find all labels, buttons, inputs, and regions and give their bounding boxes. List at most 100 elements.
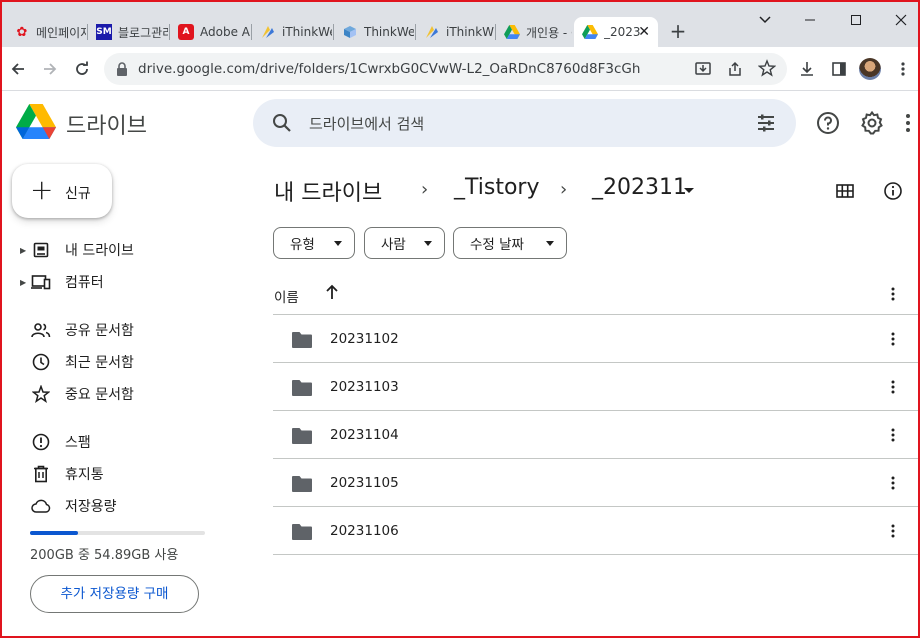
profile-avatar[interactable] — [859, 58, 881, 80]
file-name[interactable]: 20231106 — [330, 523, 399, 539]
row-more-options-icon[interactable] — [883, 329, 903, 349]
tab-3[interactable]: iThinkWell — [252, 17, 332, 47]
folder-icon — [291, 475, 313, 493]
new-button-label: 신규 — [65, 186, 91, 202]
lock-icon[interactable] — [116, 61, 128, 80]
expand-caret-icon[interactable]: ▶ — [20, 278, 30, 287]
new-button[interactable]: + 신규 — [12, 164, 112, 218]
download-icon[interactable] — [797, 59, 817, 79]
file-name[interactable]: 20231105 — [330, 475, 399, 491]
file-row[interactable]: 20231106 — [273, 506, 920, 554]
spam-icon — [30, 431, 52, 453]
breadcrumb-current-folder[interactable]: _202311 — [592, 175, 687, 200]
info-icon[interactable] — [883, 181, 903, 201]
search-options-icon[interactable] — [756, 113, 776, 137]
browser-toolbar: drive.google.com/drive/folders/1CwrxbG0C… — [0, 47, 920, 91]
recent-icon — [30, 351, 52, 373]
close-tab-icon[interactable]: ✕ — [638, 24, 650, 40]
storage-usage-text: 200GB 중 54.89GB 사용 — [30, 548, 179, 563]
breadcrumb-tistory[interactable]: _Tistory — [454, 175, 540, 200]
folder-icon — [291, 331, 313, 349]
back-icon[interactable] — [8, 59, 28, 79]
side-panel-icon[interactable] — [829, 59, 849, 79]
new-tab-button[interactable]: + — [667, 20, 689, 42]
dropdown-arrow-icon — [546, 241, 554, 246]
search-input[interactable]: 드라이브에서 검색 — [309, 113, 424, 134]
sidebar-item-trash[interactable]: 휴지통 — [30, 460, 250, 488]
tab-4[interactable]: ThinkWell — [334, 17, 414, 47]
app-title[interactable]: 드라이브 — [66, 108, 147, 140]
trash-icon — [30, 463, 52, 485]
help-icon[interactable] — [815, 110, 841, 136]
sm-icon: SM — [96, 24, 112, 40]
row-more-options-icon[interactable] — [883, 521, 903, 541]
filter-label: 수정 날짜 — [470, 237, 524, 253]
filter-type-chip[interactable]: 유형 — [273, 227, 355, 259]
sidebar-item-label: 내 드라이브 — [65, 243, 134, 259]
sidebar-item-shared[interactable]: 공유 문서함 — [30, 316, 250, 344]
grid-view-icon[interactable] — [835, 181, 855, 201]
file-name[interactable]: 20231102 — [330, 331, 399, 347]
tab-active[interactable]: _202311 ✕ — [574, 17, 658, 47]
address-bar[interactable]: drive.google.com/drive/folders/1CwrxbG0C… — [104, 53, 787, 85]
url-text[interactable]: drive.google.com/drive/folders/1CwrxbG0C… — [138, 61, 640, 77]
search-icon[interactable] — [271, 112, 293, 138]
tab-title: 메인페이지 — [36, 25, 86, 40]
computers-icon — [30, 271, 52, 293]
sidebar-item-starred[interactable]: 중요 문서함 — [30, 380, 250, 408]
tab-2[interactable]: A Adobe Acrobat — [170, 17, 250, 47]
share-icon[interactable] — [726, 60, 744, 82]
file-name[interactable]: 20231104 — [330, 427, 399, 443]
settings-gear-icon[interactable] — [859, 110, 885, 136]
forward-icon[interactable] — [40, 59, 60, 79]
tab-0[interactable]: ✿ 메인페이지 — [6, 17, 86, 47]
reload-icon[interactable] — [72, 59, 92, 79]
search-bar[interactable]: 드라이브에서 검색 — [253, 99, 796, 147]
sidebar-item-recent[interactable]: 최근 문서함 — [30, 348, 250, 376]
folder-icon — [291, 427, 313, 445]
apps-grid-icon[interactable] — [902, 110, 914, 136]
sidebar-item-storage[interactable]: 저장용량 — [30, 492, 250, 520]
expand-caret-icon[interactable]: ▶ — [20, 246, 30, 255]
tab-5[interactable]: iThinkWell — [416, 17, 494, 47]
breadcrumb-my-drive[interactable]: 내 드라이브 — [274, 175, 382, 207]
sidebar-item-spam[interactable]: 스팸 — [30, 428, 250, 456]
buy-storage-button[interactable]: 추가 저장용량 구매 — [30, 575, 199, 613]
sidebar-item-label: 중요 문서함 — [65, 387, 134, 403]
file-row[interactable]: 20231104 — [273, 410, 920, 458]
tab-1[interactable]: SM 블로그관리 — [88, 17, 168, 47]
sort-ascending-icon[interactable] — [324, 283, 340, 301]
drive-logo-icon[interactable] — [16, 104, 56, 140]
column-header-name[interactable]: 이름 — [274, 286, 299, 306]
sidebar-item-my-drive[interactable]: ▶ 내 드라이브 — [20, 236, 240, 264]
tab-6[interactable]: 개인용 - Google Drive — [496, 17, 572, 47]
sidebar-item-label: 공유 문서함 — [65, 323, 134, 339]
close-window-icon[interactable] — [891, 10, 911, 30]
file-row[interactable]: 20231105 — [273, 458, 920, 506]
tab-title: iThinkWell — [282, 25, 332, 39]
file-row[interactable]: 20231102 — [273, 314, 920, 362]
list-bottom-divider — [273, 554, 920, 555]
star-bookmark-icon[interactable] — [757, 59, 777, 81]
sidebar-item-label: 저장용량 — [65, 499, 117, 515]
minimize-icon[interactable] — [800, 10, 820, 30]
sidebar-item-label: 휴지통 — [65, 467, 104, 483]
maximize-icon[interactable] — [846, 10, 866, 30]
file-name[interactable]: 20231103 — [330, 379, 399, 395]
storage-bar-fill — [30, 531, 79, 535]
row-more-options-icon[interactable] — [883, 473, 903, 493]
folder-menu-dropdown-icon[interactable] — [684, 188, 694, 193]
install-app-icon[interactable] — [694, 60, 712, 82]
row-more-options-icon[interactable] — [883, 377, 903, 397]
folder-icon — [291, 379, 313, 397]
tab-search-icon[interactable] — [755, 10, 775, 30]
file-row[interactable]: 20231103 — [273, 362, 920, 410]
more-options-icon[interactable] — [883, 284, 903, 304]
ithink-icon — [260, 24, 276, 40]
row-more-options-icon[interactable] — [883, 425, 903, 445]
filter-people-chip[interactable]: 사람 — [364, 227, 445, 259]
filter-modified-chip[interactable]: 수정 날짜 — [453, 227, 567, 259]
drive-icon — [582, 24, 598, 40]
sidebar-item-computers[interactable]: ▶ 컴퓨터 — [20, 268, 240, 296]
browser-menu-icon[interactable] — [893, 59, 913, 79]
